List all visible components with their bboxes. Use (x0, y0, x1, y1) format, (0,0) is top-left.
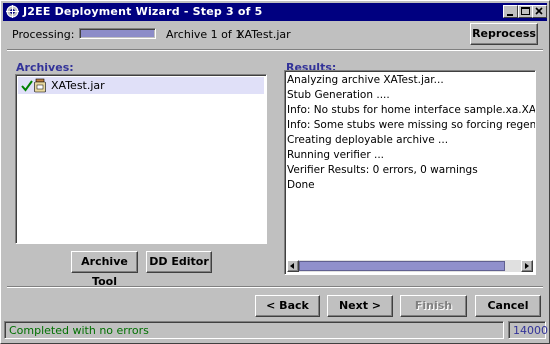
status-bar: Completed with no errors (4, 321, 504, 339)
finish-button[interactable]: Finish (400, 295, 467, 317)
horizontal-scrollbar[interactable] (287, 260, 533, 272)
maximize-icon (521, 7, 530, 15)
maximize-button[interactable] (518, 5, 533, 18)
bottom-separator (7, 286, 543, 288)
result-line: Running verifier ... (287, 149, 385, 161)
cancel-button[interactable]: Cancel (475, 295, 541, 317)
progress-bar-fill (81, 30, 154, 37)
result-line: Done (287, 179, 315, 191)
results-text-area[interactable]: Analyzing archive XATest.jar... Stub Gen… (284, 70, 536, 275)
status-message: Completed with no errors (9, 324, 149, 337)
list-item[interactable]: XATest.jar (18, 77, 264, 94)
result-line: Verifier Results: 0 errors, 0 warnings (287, 164, 478, 176)
archive-tool-button[interactable]: Archive Tool (71, 251, 138, 288)
title-bar[interactable]: J2EE Deployment Wizard - Step 3 of 5 (3, 3, 547, 21)
scroll-right-button[interactable] (521, 260, 533, 272)
result-line: Analyzing archive XATest.jar... (287, 74, 444, 86)
arrow-right-icon (525, 263, 529, 269)
app-icon (6, 5, 19, 18)
archive-name: XATest.jar (237, 28, 291, 41)
scroll-thumb[interactable] (299, 261, 505, 271)
jar-icon (34, 78, 46, 93)
status-code: 14000 (513, 324, 548, 337)
archive-item-label: XATest.jar (51, 79, 105, 92)
minimize-button[interactable] (503, 5, 518, 18)
dd-editor-button[interactable]: DD Editor (146, 251, 212, 273)
processing-label: Processing: (12, 28, 75, 41)
archives-heading: Archives: (16, 61, 74, 74)
top-separator (7, 49, 543, 51)
archives-list[interactable]: XATest.jar (15, 74, 267, 244)
scroll-left-button[interactable] (287, 260, 299, 272)
wizard-window: J2EE Deployment Wizard - Step 3 of 5 Pro… (0, 0, 550, 344)
back-button[interactable]: < Back (255, 295, 320, 317)
close-icon (535, 7, 543, 15)
next-button[interactable]: Next > (327, 295, 393, 317)
reprocess-button[interactable]: Reprocess (470, 23, 538, 45)
results-content: Analyzing archive XATest.jar... Stub Gen… (287, 73, 535, 260)
result-line: Stub Generation .... (287, 89, 390, 101)
result-line: Info: Some stubs were missing so forcing… (287, 119, 535, 131)
archive-count: Archive 1 of 1 (166, 28, 243, 41)
close-button[interactable] (532, 5, 547, 18)
result-line: Creating deployable archive ... (287, 134, 449, 146)
arrow-left-icon (290, 263, 294, 269)
window-title: J2EE Deployment Wizard - Step 3 of 5 (23, 5, 263, 18)
result-line: Info: No stubs for home interface sample… (287, 104, 535, 116)
check-icon (21, 80, 33, 92)
status-code-panel: 14000 (508, 321, 548, 339)
minimize-icon (507, 14, 513, 16)
progress-bar (79, 28, 156, 39)
